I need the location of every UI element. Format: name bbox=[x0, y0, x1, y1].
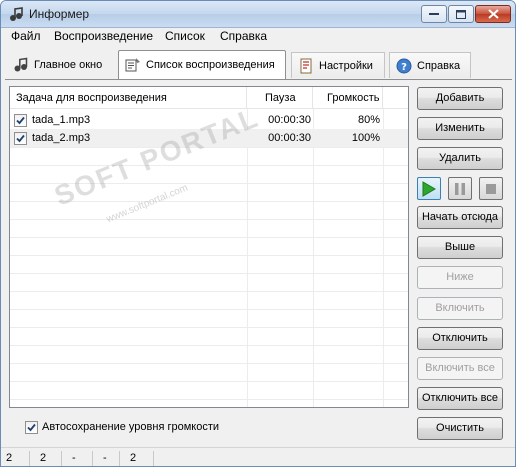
enable-button[interactable]: Включить bbox=[417, 297, 503, 320]
window-title: Информер bbox=[29, 7, 90, 21]
row-file-name: tada_1.mp3 bbox=[32, 114, 91, 126]
pause-icon bbox=[455, 182, 465, 195]
minimize-button[interactable] bbox=[421, 5, 447, 23]
add-button[interactable]: Добавить bbox=[417, 87, 503, 110]
playlist-table[interactable]: Задача для воспроизведения Пауза Громкос… bbox=[9, 86, 409, 408]
pause-button[interactable] bbox=[448, 177, 472, 200]
grid-line bbox=[10, 165, 408, 166]
clear-button[interactable]: Очистить bbox=[417, 417, 503, 440]
status-cell: 2 bbox=[120, 451, 154, 466]
grid-line bbox=[10, 309, 408, 310]
column-header-volume[interactable]: Громкость bbox=[313, 87, 383, 109]
disable-all-button[interactable]: Отключить все bbox=[417, 387, 503, 410]
table-header: Задача для воспроизведения Пауза Громкос… bbox=[10, 87, 408, 109]
status-cell: - bbox=[62, 451, 93, 466]
column-header-pause[interactable]: Пауза bbox=[247, 87, 313, 109]
move-down-button[interactable]: Ниже bbox=[417, 266, 503, 289]
play-icon bbox=[422, 180, 436, 197]
tab-help-label: Справка bbox=[417, 59, 461, 72]
tab-strip: Главное окно Список воспроизведения Наст… bbox=[1, 49, 515, 80]
grid-line bbox=[10, 291, 408, 292]
grid-line bbox=[10, 381, 408, 382]
autosave-label: Автосохранение уровня громкости bbox=[42, 421, 219, 433]
status-cell: - bbox=[93, 451, 120, 466]
status-bar: 2 2 - - 2 bbox=[1, 447, 515, 466]
playlist-icon bbox=[125, 57, 141, 73]
close-button[interactable] bbox=[475, 5, 511, 23]
move-up-button[interactable]: Выше bbox=[417, 236, 503, 259]
enable-all-button[interactable]: Включить все bbox=[417, 357, 503, 380]
autosave-checkbox-box[interactable] bbox=[25, 421, 38, 434]
grid-line bbox=[10, 183, 408, 184]
row-pause: 00:00:30 bbox=[268, 114, 311, 126]
grid-line bbox=[10, 255, 408, 256]
grid-line bbox=[10, 363, 408, 364]
table-row[interactable]: tada_1.mp3 00:00:30 80% bbox=[10, 111, 408, 129]
menu-playback[interactable]: Воспроизведение bbox=[54, 29, 153, 43]
grid-line bbox=[10, 219, 408, 220]
grid-line bbox=[10, 399, 408, 400]
menu-bar: Файл Воспроизведение Список Справка bbox=[1, 28, 515, 47]
start-from-here-button[interactable]: Начать отсюда bbox=[417, 206, 503, 229]
row-volume: 100% bbox=[351, 132, 380, 144]
row-file-name: tada_2.mp3 bbox=[32, 132, 91, 144]
grid-line bbox=[10, 237, 408, 238]
play-button[interactable] bbox=[417, 177, 441, 200]
tab-playlist[interactable]: Список воспроизведения bbox=[118, 50, 286, 79]
status-cell: 2 bbox=[1, 451, 30, 466]
tab-playlist-label: Список воспроизведения bbox=[146, 59, 275, 71]
app-window: Информер Файл Воспроизведение Список Спр… bbox=[0, 0, 516, 467]
row-checkbox[interactable] bbox=[14, 114, 27, 127]
stop-icon bbox=[486, 183, 496, 194]
maximize-button[interactable] bbox=[448, 5, 474, 23]
menu-help[interactable]: Справка bbox=[220, 29, 267, 43]
tab-main-window[interactable]: Главное окно bbox=[7, 52, 113, 78]
table-row[interactable]: tada_2.mp3 00:00:30 100% bbox=[10, 129, 408, 147]
status-cell: 2 bbox=[30, 451, 62, 466]
grid-line bbox=[10, 345, 408, 346]
tab-main-window-label: Главное окно bbox=[34, 59, 103, 71]
grid-line bbox=[10, 273, 408, 274]
menu-file[interactable]: Файл bbox=[11, 29, 41, 43]
music-notes-icon bbox=[13, 57, 29, 73]
column-header-task[interactable]: Задача для воспроизведения bbox=[10, 87, 247, 109]
row-checkbox[interactable] bbox=[14, 132, 27, 145]
menu-list[interactable]: Список bbox=[165, 29, 205, 43]
grid-line bbox=[10, 327, 408, 328]
row-volume: 80% bbox=[357, 114, 380, 126]
settings-document-icon bbox=[298, 58, 314, 74]
tab-settings-label: Настройки bbox=[319, 59, 373, 72]
edit-button[interactable]: Изменить bbox=[417, 117, 503, 140]
help-icon: ? bbox=[396, 58, 412, 74]
grid-line bbox=[10, 147, 408, 148]
stop-button[interactable] bbox=[479, 177, 503, 200]
tab-divider bbox=[5, 79, 512, 80]
row-pause: 00:00:30 bbox=[268, 132, 311, 144]
svg-text:?: ? bbox=[401, 62, 407, 73]
delete-button[interactable]: Удалить bbox=[417, 147, 503, 170]
grid-line bbox=[10, 201, 408, 202]
tab-help[interactable]: ? Справка bbox=[389, 52, 471, 78]
disable-button[interactable]: Отключить bbox=[417, 327, 503, 350]
title-bar[interactable]: Информер bbox=[1, 1, 515, 28]
tab-settings[interactable]: Настройки bbox=[291, 52, 385, 78]
app-logo-icon bbox=[8, 7, 24, 23]
